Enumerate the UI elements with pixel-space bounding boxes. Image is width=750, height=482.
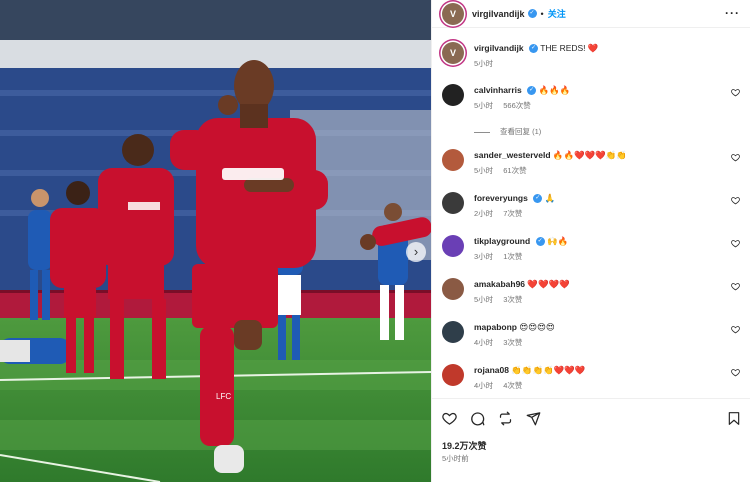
- comment-text: 🙏: [544, 193, 556, 203]
- verified-icon: ✓: [533, 194, 543, 204]
- comment-text: ❤️❤️❤️❤️: [527, 279, 570, 289]
- comment-username[interactable]: tikplayground: [474, 236, 530, 246]
- commenter-avatar[interactable]: [442, 192, 464, 214]
- comment-likes[interactable]: 1次赞: [503, 252, 522, 261]
- comment-text: 🔥🔥🔥: [538, 85, 571, 95]
- verified-icon: ✓: [528, 44, 538, 54]
- caption-username[interactable]: virgilvandijk: [474, 43, 524, 53]
- comment-time: 3小时: [474, 252, 494, 261]
- comment-likes[interactable]: 566次赞: [503, 101, 531, 110]
- view-replies-label: 查看回复 (1): [500, 127, 542, 136]
- commenter-avatar[interactable]: [442, 235, 464, 257]
- replies-line: [474, 131, 490, 133]
- caption-avatar[interactable]: V: [442, 42, 464, 64]
- heart-icon[interactable]: [442, 411, 457, 426]
- avatar-initial: V: [449, 8, 456, 19]
- comment-likes[interactable]: 61次赞: [503, 166, 526, 175]
- bookmark-icon[interactable]: [727, 411, 741, 426]
- author-avatar[interactable]: V: [442, 2, 464, 25]
- comment-time: 4小时: [474, 338, 494, 347]
- post-panel: V virgilvandijk ✓ • 关注 ··· V virgilvandi…: [431, 0, 750, 482]
- post-actions: 19.2万次赞 5小时前: [432, 398, 750, 482]
- comment-time: 4小时: [474, 381, 494, 390]
- bookmark-button[interactable]: [727, 411, 741, 426]
- view-replies-link[interactable]: 查看回复 (1): [474, 126, 541, 137]
- heart-icon[interactable]: [731, 88, 740, 97]
- heart-icon[interactable]: [731, 196, 740, 205]
- fallen-player: [0, 338, 70, 364]
- comment-username[interactable]: rojana08: [474, 365, 509, 375]
- comments-list: V virgilvandijk ✓ THE REDS! ❤️ 5小时 calvi…: [432, 28, 750, 398]
- heart-icon[interactable]: [731, 325, 740, 334]
- comment-likes[interactable]: 7次赞: [503, 209, 522, 218]
- post-header: V virgilvandijk ✓ • 关注 ···: [432, 0, 750, 28]
- comment-time: 2小时: [474, 209, 494, 218]
- comment-body: sander_westerveld 🔥🔥❤️❤️❤️👏👏 5小时 61次赞: [474, 149, 724, 176]
- comment-body: amakabah96 ❤️❤️❤️❤️ 5小时 3次赞: [474, 278, 724, 305]
- action-icons: [442, 411, 541, 426]
- follow-button[interactable]: 关注: [548, 7, 566, 20]
- comment-likes[interactable]: 3次赞: [503, 295, 522, 304]
- comment-body: tikplayground ✓ 🙌🔥 3小时 1次赞: [474, 235, 724, 262]
- comment-text: 🙌🔥: [546, 236, 569, 246]
- post-photo: LFC ›: [0, 0, 431, 482]
- caption-text: THE REDS!: [540, 43, 586, 53]
- comment-body: foreveryungs ✓ 🙏 2小时 7次赞: [474, 192, 724, 219]
- heart-icon[interactable]: [731, 239, 740, 248]
- comment-body: rojana08 👏👏👏👏❤️❤️❤️ 4小时 4次赞: [474, 364, 724, 391]
- sock-label: LFC: [216, 392, 231, 401]
- comment-body: mapabonp 😍😍😍😍 4小时 3次赞: [474, 321, 724, 348]
- heart-icon[interactable]: [731, 282, 740, 291]
- comment-likes[interactable]: 3次赞: [503, 338, 522, 347]
- photo-illustration: LFC: [0, 0, 431, 482]
- verified-icon: ✓: [527, 86, 537, 96]
- repost-icon[interactable]: [498, 411, 513, 426]
- verified-icon: ✓: [535, 237, 545, 247]
- commenter-avatar[interactable]: [442, 84, 464, 106]
- heart-icon[interactable]: [731, 153, 740, 162]
- caption-time: 5小时: [474, 59, 494, 68]
- comment-time: 5小时: [474, 166, 494, 175]
- avatar-initial: V: [449, 48, 456, 58]
- comment-text: 👏👏👏👏❤️❤️❤️: [511, 365, 586, 375]
- comment-text: 😍😍😍😍: [519, 322, 555, 332]
- comment-likes[interactable]: 4次赞: [503, 381, 522, 390]
- post-timestamp: 5小时前: [442, 454, 469, 463]
- commenter-avatar[interactable]: [442, 149, 464, 171]
- comment-text: 🔥🔥❤️❤️❤️👏👏: [552, 150, 628, 160]
- comment-time: 5小时: [474, 101, 494, 110]
- verified-icon: ✓: [527, 9, 537, 18]
- post-likes-count[interactable]: 19.2万次赞: [442, 439, 487, 452]
- comment-icon[interactable]: [470, 411, 485, 426]
- comment-username[interactable]: mapabonp: [474, 322, 517, 332]
- comment-username[interactable]: calvinharris: [474, 85, 522, 95]
- commenter-avatar[interactable]: [442, 321, 464, 343]
- separator-dot: •: [540, 8, 544, 19]
- heart-icon[interactable]: [731, 368, 740, 377]
- caption-emoji: ❤️: [587, 43, 599, 53]
- more-icon[interactable]: ···: [725, 6, 740, 20]
- comment-username[interactable]: amakabah96: [474, 279, 525, 289]
- comment-body: calvinharris ✓ 🔥🔥🔥 5小时 566次赞: [474, 84, 724, 111]
- comment-username[interactable]: sander_westerveld: [474, 150, 551, 160]
- comment-username[interactable]: foreveryungs: [474, 193, 528, 203]
- commenter-avatar[interactable]: [442, 278, 464, 300]
- share-icon[interactable]: [526, 411, 541, 426]
- comment-time: 5小时: [474, 295, 494, 304]
- caption-body: virgilvandijk ✓ THE REDS! ❤️ 5小时: [474, 42, 724, 69]
- author-username[interactable]: virgilvandijk: [472, 9, 525, 19]
- next-photo-button[interactable]: ›: [406, 242, 426, 262]
- commenter-avatar[interactable]: [442, 364, 464, 386]
